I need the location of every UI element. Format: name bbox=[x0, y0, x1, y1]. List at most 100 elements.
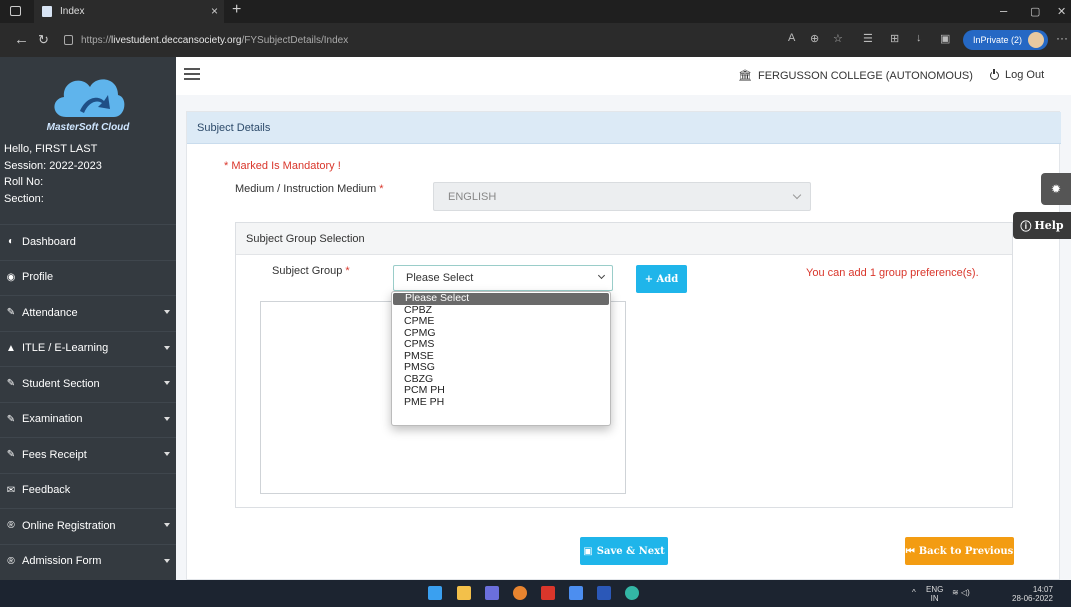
favorites-icon[interactable]: ☰ bbox=[863, 32, 873, 45]
caret-down-icon bbox=[164, 345, 170, 350]
settings-widget[interactable]: ✹ bbox=[1041, 173, 1071, 205]
firefox-icon[interactable] bbox=[513, 586, 527, 600]
start-windows-icon[interactable] bbox=[428, 586, 442, 600]
pencil-icon: ✎ bbox=[6, 307, 16, 318]
dashboard-icon: ◐ bbox=[7, 236, 15, 247]
logout-label: Log Out bbox=[1005, 69, 1045, 81]
user-info: Hello, FIRST LAST Session: 2022-2023 Rol… bbox=[4, 141, 102, 207]
gear-icon: ✹ bbox=[1050, 182, 1062, 196]
pencil-icon: ✎ bbox=[6, 449, 16, 460]
dropdown-option[interactable]: CPME bbox=[392, 315, 610, 328]
word-icon[interactable] bbox=[597, 586, 611, 600]
browser-tab[interactable]: Index × bbox=[34, 0, 224, 23]
minimize-icon[interactable]: – bbox=[1000, 3, 1007, 18]
sidebar-item-label: Student Section bbox=[22, 377, 100, 390]
url-prefix: https:// bbox=[81, 34, 112, 46]
mandatory-note: * Marked Is Mandatory ! bbox=[224, 160, 341, 172]
url-path: /FYSubjectDetails/Index bbox=[241, 34, 349, 46]
chevron-down-icon bbox=[792, 190, 802, 200]
sidebar-item-label: Examination bbox=[22, 413, 83, 425]
subject-group-panel: Subject Group Selection Subject Group * … bbox=[235, 222, 1013, 508]
maximize-icon[interactable]: ▢ bbox=[1030, 5, 1040, 18]
sidebar-item-student-section[interactable]: ✎ Student Section bbox=[0, 366, 176, 400]
hamburger-menu-icon[interactable] bbox=[184, 68, 200, 80]
refresh-icon[interactable]: ↻ bbox=[38, 32, 49, 48]
clock[interactable]: 14:07 28-06-2022 bbox=[1012, 585, 1053, 603]
file-explorer-icon[interactable] bbox=[457, 586, 471, 600]
step-backward-icon: ⏮ bbox=[905, 545, 915, 557]
caret-down-icon bbox=[164, 416, 170, 421]
dropdown-option[interactable]: PCM PH bbox=[392, 384, 610, 397]
sidebar-item-profile[interactable]: ◉ Profile bbox=[0, 259, 176, 294]
profile-icon: ◉ bbox=[6, 271, 16, 283]
dropdown-option[interactable]: Please Select bbox=[393, 292, 609, 305]
info-icon: ⓘ bbox=[1020, 219, 1032, 233]
sidebar-item-dashboard[interactable]: ◐ Dashboard bbox=[0, 224, 176, 258]
dropdown-option[interactable]: CPMS bbox=[392, 338, 610, 351]
tray-chevron-icon[interactable]: ^ bbox=[912, 588, 916, 597]
inprivate-button[interactable]: InPrivate (2) bbox=[963, 30, 1048, 50]
sidebar-item-label: Fees Receipt bbox=[22, 448, 87, 461]
back-to-previous-button[interactable]: ⏮ Back to Previous bbox=[905, 537, 1014, 565]
close-window-icon[interactable]: ✕ bbox=[1057, 5, 1066, 18]
lang-top: ENG bbox=[926, 585, 944, 594]
wifi-icon[interactable]: ≋ ◁) bbox=[952, 588, 970, 597]
download-icon[interactable]: ↓ bbox=[916, 32, 922, 44]
screenshot-icon[interactable]: ▣ bbox=[940, 32, 950, 45]
user-session: Session: 2022-2023 bbox=[4, 159, 102, 172]
save-next-label: Save & Next bbox=[596, 545, 665, 557]
subject-group-dropdown: Please Select CPBZ CPME CPMG CPMS PMSE PMSG CBZ… bbox=[391, 291, 611, 426]
mastersoft-logo: MasterSoft Cloud bbox=[0, 57, 176, 137]
pencil-icon: ✎ bbox=[6, 413, 16, 425]
save-next-button[interactable]: ▣ Save & Next bbox=[580, 537, 668, 565]
more-options-icon[interactable]: ··· bbox=[1056, 31, 1068, 45]
sidebar-menu: ◐ Dashboard ◉ Profile ✎ Attendance ▲ ITLE / E-L… bbox=[0, 224, 176, 579]
dropdown-option[interactable]: PME PH bbox=[392, 396, 610, 409]
power-icon bbox=[990, 68, 999, 80]
zoom-icon[interactable]: ⊕ bbox=[810, 32, 819, 45]
sidebar-item-fees-receipt[interactable]: ✎ Fees Receipt bbox=[0, 437, 176, 471]
caret-down-icon bbox=[164, 310, 170, 314]
medium-select[interactable]: ENGLISH bbox=[433, 182, 811, 211]
caret-down-icon bbox=[164, 523, 170, 527]
sidebar-item-online-registration[interactable]: ® Online Registration bbox=[0, 508, 176, 542]
edge-icon[interactable] bbox=[625, 586, 639, 600]
sidebar-item-feedback[interactable]: ✉ Feedback bbox=[0, 472, 176, 507]
preference-note: You can add 1 group preference(s). bbox=[806, 267, 979, 279]
card-title: Subject Details bbox=[187, 112, 1061, 144]
caret-down-icon bbox=[164, 452, 170, 456]
user-roll-no: Roll No: bbox=[4, 176, 44, 188]
dropdown-option[interactable]: PMSG bbox=[392, 361, 610, 374]
collections-icon[interactable]: ⊞ bbox=[890, 32, 899, 45]
sidebar-item-examination[interactable]: ✎ Examination bbox=[0, 401, 176, 436]
tab-close-icon[interactable]: × bbox=[211, 4, 218, 18]
medium-label: Medium / Instruction Medium * bbox=[235, 183, 384, 195]
subject-group-select[interactable]: Please Select bbox=[393, 265, 613, 291]
notepad-icon[interactable] bbox=[569, 586, 583, 600]
subject-group-value: Please Select bbox=[406, 272, 474, 284]
clock-date: 28-06-2022 bbox=[1012, 594, 1053, 603]
caret-down-icon bbox=[164, 558, 170, 563]
profile-avatar-icon bbox=[1028, 32, 1044, 48]
sidebar-item-label: Attendance bbox=[22, 306, 78, 319]
add-group-button[interactable]: + Add bbox=[636, 265, 687, 293]
tab-actions-icon[interactable] bbox=[10, 6, 21, 16]
clock-time: 14:07 bbox=[1032, 585, 1053, 594]
sidebar-item-attendance[interactable]: ✎ Attendance bbox=[0, 295, 176, 329]
teams-icon[interactable] bbox=[485, 586, 499, 600]
sidebar-item-admission-form[interactable]: ® Admission Form bbox=[0, 543, 176, 578]
help-widget[interactable]: ⓘ Help bbox=[1013, 212, 1071, 239]
sidebar-item-label: Online Registration bbox=[22, 519, 116, 532]
medium-label-text: Medium / Instruction Medium bbox=[235, 183, 377, 195]
cloud-logo-icon bbox=[54, 79, 125, 117]
language-indicator[interactable]: ENG IN bbox=[926, 585, 943, 603]
app-red-icon[interactable] bbox=[541, 586, 555, 600]
back-arrow-icon[interactable]: ← bbox=[14, 31, 29, 48]
logout-button[interactable]: Log Out bbox=[990, 68, 1045, 81]
read-aloud-icon[interactable]: A bbox=[788, 32, 795, 44]
sidebar-item-itle-e-learning[interactable]: ▲ ITLE / E-Learning bbox=[0, 330, 176, 365]
favorite-star-icon[interactable]: ☆ bbox=[833, 32, 843, 45]
page-favicon-icon bbox=[42, 6, 52, 17]
new-tab-icon[interactable]: + bbox=[232, 1, 241, 19]
sidebar-item-label: Profile bbox=[22, 271, 54, 283]
